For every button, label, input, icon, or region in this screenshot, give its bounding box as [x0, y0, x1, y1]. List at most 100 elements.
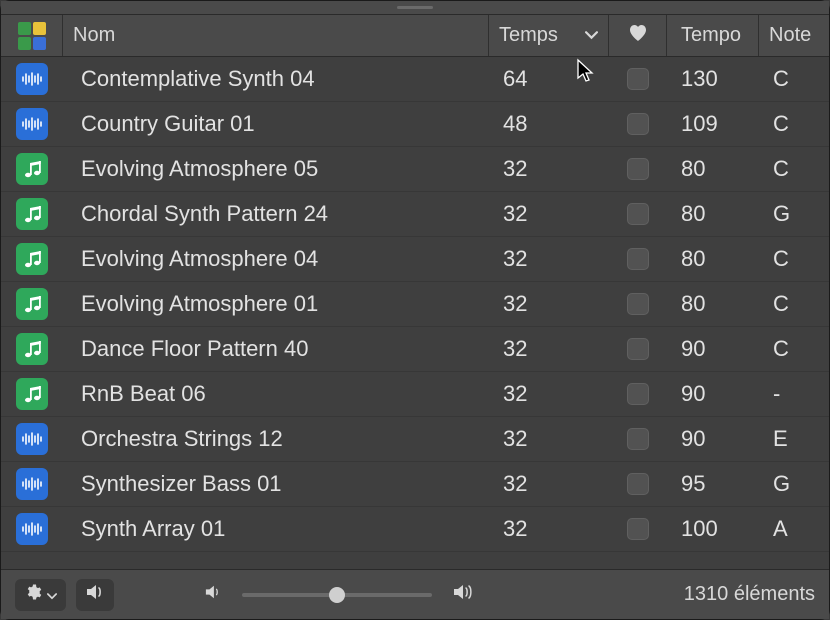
loop-beats-cell: 32 — [489, 372, 609, 416]
loop-name: RnB Beat 06 — [81, 381, 206, 407]
loop-beats-cell: 32 — [489, 192, 609, 236]
column-label: Temps — [499, 24, 558, 47]
loop-name-cell: Evolving Atmosphere 01 — [63, 282, 489, 326]
preview-volume-slider[interactable] — [242, 593, 432, 597]
music-notes-icon — [16, 288, 48, 320]
loop-beats: 64 — [503, 66, 527, 92]
loop-beats: 48 — [503, 111, 527, 137]
volume-low-icon — [204, 583, 222, 606]
chevron-down-icon — [585, 31, 598, 40]
column-header-beats[interactable]: Temps — [489, 15, 609, 56]
loop-browser-panel: Nom Temps Tempo Note Contemplative Synth… — [1, 1, 829, 619]
column-header-name[interactable]: Nom — [63, 15, 489, 56]
audio-waveform-icon — [16, 468, 48, 500]
favorite-cell — [609, 327, 667, 371]
list-item[interactable]: Synthesizer Bass 01 32 95G — [1, 462, 829, 507]
loop-type-cell — [1, 507, 63, 551]
loop-key-cell: C — [759, 327, 829, 371]
loop-tempo-cell: 100 — [667, 507, 759, 551]
favorite-checkbox[interactable] — [627, 518, 649, 540]
results-list[interactable]: Contemplative Synth 0464130CCountry Guit… — [1, 57, 829, 569]
loop-key-cell: G — [759, 462, 829, 506]
favorite-checkbox[interactable] — [627, 293, 649, 315]
list-item[interactable]: Dance Floor Pattern 403290C — [1, 327, 829, 372]
list-item[interactable]: Evolving Atmosphere 04 32 80 C — [1, 237, 829, 282]
chevron-down-icon — [47, 583, 57, 606]
loop-beats: 32 — [503, 381, 527, 407]
music-notes-icon — [16, 153, 48, 185]
loop-name-cell: Synth Array 01 — [63, 507, 489, 551]
loop-tempo-cell: 80 — [667, 192, 759, 236]
loop-type-cell — [1, 102, 63, 146]
favorite-checkbox[interactable] — [627, 473, 649, 495]
column-header-favorite[interactable] — [609, 15, 667, 56]
loop-tempo-cell: 130 — [667, 57, 759, 101]
loop-key: - — [773, 381, 780, 407]
loop-type-cell — [1, 147, 63, 191]
favorite-checkbox[interactable] — [627, 68, 649, 90]
loop-beats-cell: 32 — [489, 282, 609, 326]
action-menu-button[interactable] — [15, 579, 66, 611]
loop-name: Evolving Atmosphere 01 — [81, 291, 318, 317]
audio-waveform-icon — [16, 63, 48, 95]
loop-beats-cell: 32 — [489, 237, 609, 281]
loop-name: Evolving Atmosphere 04 — [81, 246, 318, 272]
list-item[interactable]: Evolving Atmosphere 053280C — [1, 147, 829, 192]
loop-beats: 32 — [503, 201, 527, 227]
loop-name-cell: Orchestra Strings 12 — [63, 417, 489, 461]
favorite-checkbox[interactable] — [627, 203, 649, 225]
loop-beats-cell: 32 — [489, 462, 609, 506]
loop-name: Synthesizer Bass 01 — [81, 471, 282, 497]
favorite-checkbox[interactable] — [627, 383, 649, 405]
audio-waveform-icon — [16, 423, 48, 455]
loop-beats-cell: 32 — [489, 507, 609, 551]
panel-drag-handle[interactable] — [1, 1, 829, 15]
favorite-cell — [609, 417, 667, 461]
loop-key-cell: - — [759, 372, 829, 416]
music-notes-icon — [16, 243, 48, 275]
music-notes-icon — [16, 198, 48, 230]
view-mode-button[interactable] — [1, 15, 63, 56]
favorite-checkbox[interactable] — [627, 428, 649, 450]
list-item[interactable]: Contemplative Synth 0464130C — [1, 57, 829, 102]
column-header-tempo[interactable]: Tempo — [667, 15, 759, 56]
loop-name: Chordal Synth Pattern 24 — [81, 201, 328, 227]
loop-key: A — [773, 516, 788, 542]
list-item[interactable]: Chordal Synth Pattern 243280G — [1, 192, 829, 237]
results-count: 1310 éléments — [684, 583, 815, 606]
list-item[interactable]: Synth Array 01 32 100 A — [1, 507, 829, 552]
loop-tempo: 100 — [681, 516, 718, 542]
loop-tempo: 90 — [681, 426, 705, 452]
preview-play-button[interactable] — [76, 579, 114, 611]
loop-tempo-cell: 80 — [667, 237, 759, 281]
favorite-checkbox[interactable] — [627, 158, 649, 180]
loop-key-cell: C — [759, 282, 829, 326]
list-item[interactable]: Evolving Atmosphere 013280C — [1, 282, 829, 327]
favorite-checkbox[interactable] — [627, 113, 649, 135]
favorite-checkbox[interactable] — [627, 248, 649, 270]
loop-tempo: 80 — [681, 201, 705, 227]
loop-key: C — [773, 246, 789, 272]
loop-tempo-cell: 95 — [667, 462, 759, 506]
list-item[interactable]: RnB Beat 063290- — [1, 372, 829, 417]
loop-beats: 32 — [503, 246, 527, 272]
audio-waveform-icon — [16, 513, 48, 545]
loop-key-cell: E — [759, 417, 829, 461]
column-browser-icon — [18, 22, 46, 50]
loop-name: Synth Array 01 — [81, 516, 225, 542]
loop-key: E — [773, 426, 788, 452]
loop-beats: 32 — [503, 291, 527, 317]
loop-type-cell — [1, 282, 63, 326]
list-item[interactable]: Orchestra Strings 123290E — [1, 417, 829, 462]
loop-name-cell: Chordal Synth Pattern 24 — [63, 192, 489, 236]
favorite-cell — [609, 372, 667, 416]
music-notes-icon — [16, 333, 48, 365]
loop-beats-cell: 48 — [489, 102, 609, 146]
loop-key: C — [773, 336, 789, 362]
loop-beats: 32 — [503, 471, 527, 497]
favorite-cell — [609, 507, 667, 551]
list-item[interactable]: Country Guitar 0148109C — [1, 102, 829, 147]
favorite-checkbox[interactable] — [627, 338, 649, 360]
slider-thumb[interactable] — [329, 587, 345, 603]
column-header-key[interactable]: Note — [759, 15, 829, 56]
